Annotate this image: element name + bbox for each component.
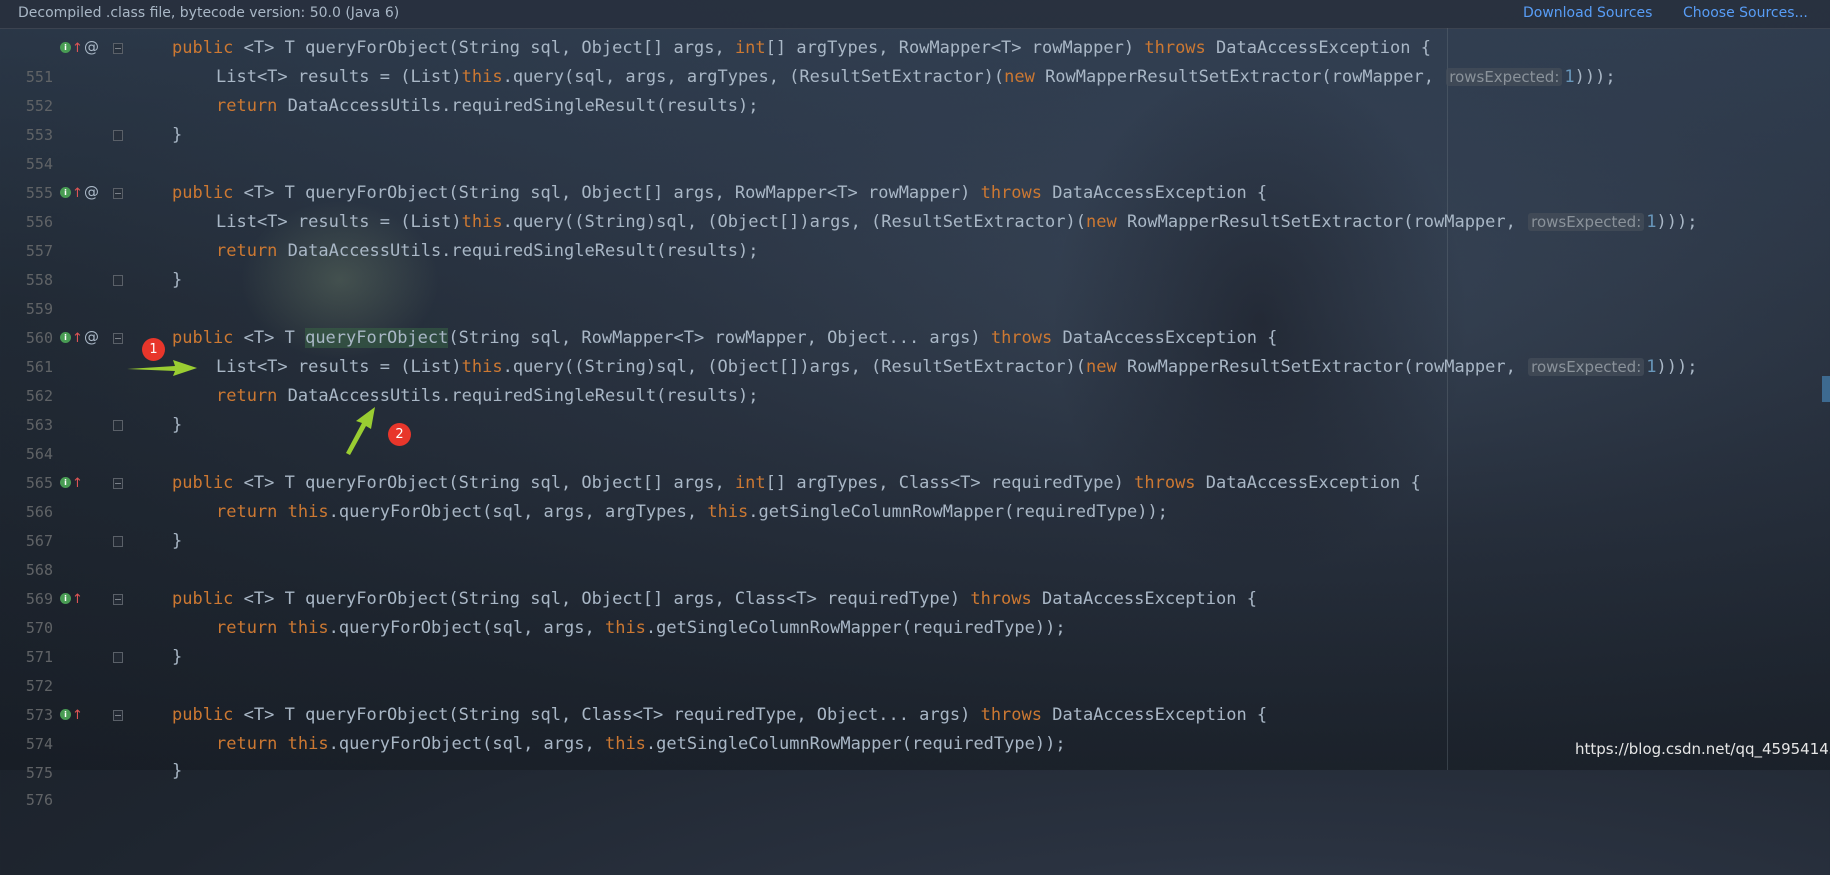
code-line: 571 return this.queryForObject(sql, args… <box>0 614 1830 666</box>
code-text[interactable]: } <box>172 643 182 672</box>
implements-icon[interactable]: i <box>60 42 71 53</box>
code-line: 567 return this.queryForObject(sql, args… <box>0 498 1830 550</box>
fold-icon[interactable] <box>113 594 123 605</box>
code-line: 576 } <box>0 757 1830 809</box>
decompiled-banner: Decompiled .class file, bytecode version… <box>0 0 1830 29</box>
fold-icon[interactable] <box>113 710 123 721</box>
code-line: 558 return DataAccessUtils.requiredSingl… <box>0 237 1830 289</box>
banner-message: Decompiled .class file, bytecode version… <box>18 5 400 21</box>
choose-sources-link[interactable]: Choose Sources... <box>1683 5 1808 21</box>
code-text[interactable]: public <T> T queryForObject(String sql, … <box>172 585 1257 614</box>
code-text[interactable]: List<T> results = (List)this.query(sql, … <box>216 63 1616 92</box>
code-text[interactable]: } <box>172 411 182 440</box>
code-line: 570 i ↑ public <T> T queryForObject(Strin… <box>0 585 1830 637</box>
code-text[interactable]: return this.queryForObject(sql, args, th… <box>216 730 1066 759</box>
fold-end-icon[interactable] <box>113 130 123 141</box>
code-line: 563 return DataAccessUtils.requiredSingl… <box>0 382 1830 434</box>
code-line: 575 return this.queryForObject(sql, args… <box>0 730 1830 782</box>
implements-icon[interactable]: i <box>60 477 71 488</box>
overrides-icon[interactable]: ↑ <box>72 469 83 498</box>
code-text[interactable]: } <box>172 121 182 150</box>
code-text[interactable]: return DataAccessUtils.requiredSingleRes… <box>216 237 758 266</box>
overrides-icon[interactable]: ↑ <box>72 324 83 353</box>
code-text[interactable]: public <T> T queryForObject(String sql, … <box>172 34 1431 63</box>
line-number: 576 <box>25 791 53 809</box>
code-line: 553 return DataAccessUtils.requiredSingl… <box>0 92 1830 144</box>
overrides-icon[interactable]: ↑ <box>72 179 83 208</box>
overrides-icon[interactable]: ↑ <box>72 701 83 730</box>
fold-end-icon[interactable] <box>113 652 123 663</box>
overrides-icon[interactable]: ↑ <box>72 34 83 63</box>
code-line: 552 List<T> results = (List)this.query(s… <box>0 63 1830 115</box>
code-text[interactable]: } <box>172 757 182 786</box>
annotation-marker-2: 2 <box>388 423 411 446</box>
code-line: 556 i ↑ @ public <T> T queryForObject(Stri… <box>0 178 1830 231</box>
code-line: 559 } <box>0 266 1830 318</box>
code-text[interactable]: } <box>172 266 182 295</box>
code-line: 557 List<T> results = (List)this.query((… <box>0 208 1830 260</box>
code-line: 551 i ↑ @ public <T> T queryForObject(Stri… <box>0 33 1830 86</box>
code-line: 561 i ↑ @ public <T> T queryForObject(Stri… <box>0 323 1830 376</box>
code-line: 555 <box>0 150 1830 202</box>
parameter-hint: rowsExpected: <box>1528 358 1645 376</box>
code-line: 564 } <box>0 411 1830 463</box>
watermark: https://blog.csdn.net/qq_45954145 <box>1575 740 1830 758</box>
annotation-icon[interactable]: @ <box>84 33 99 62</box>
code-text[interactable]: return this.queryForObject(sql, args, ar… <box>216 498 1168 527</box>
download-sources-link[interactable]: Download Sources <box>1523 5 1652 21</box>
code-line: 572 } <box>0 643 1830 695</box>
implements-icon[interactable]: i <box>60 187 71 198</box>
fold-end-icon[interactable] <box>113 275 123 286</box>
implements-icon[interactable]: i <box>60 332 71 343</box>
fold-icon[interactable] <box>113 478 123 489</box>
code-line: 554 } <box>0 121 1830 173</box>
code-text[interactable]: return DataAccessUtils.requiredSingleRes… <box>216 92 758 121</box>
code-text[interactable]: public <T> T queryForObject(String sql, … <box>172 324 1277 353</box>
fold-end-icon[interactable] <box>113 536 123 547</box>
code-line: 565 <box>0 440 1830 492</box>
code-line: 560 <box>0 295 1830 347</box>
fold-icon[interactable] <box>113 43 123 54</box>
code-text[interactable]: List<T> results = (List)this.query((Stri… <box>216 208 1697 237</box>
annotation-icon[interactable]: @ <box>84 178 99 207</box>
annotation-arrow-1 <box>127 360 197 376</box>
code-text[interactable]: public <T> T queryForObject(String sql, … <box>172 469 1421 498</box>
code-text[interactable]: List<T> results = (List)this.query((Stri… <box>216 353 1697 382</box>
code-line: 568 } <box>0 527 1830 579</box>
implements-icon[interactable]: i <box>60 593 71 604</box>
code-line: 562 List<T> results = (List)this.query((… <box>0 353 1830 405</box>
code-line: 566 i ↑ public <T> T queryForObject(Strin… <box>0 469 1830 521</box>
code-text[interactable]: public <T> T queryForObject(String sql, … <box>172 701 1267 730</box>
parameter-hint: rowsExpected: <box>1446 68 1563 86</box>
annotation-arrow-2 <box>346 407 375 455</box>
overrides-icon[interactable]: ↑ <box>72 585 83 614</box>
scrollbar-marker[interactable] <box>1822 376 1830 402</box>
implements-icon[interactable]: i <box>60 709 71 720</box>
annotation-icon[interactable]: @ <box>84 323 99 352</box>
code-text[interactable]: public <T> T queryForObject(String sql, … <box>172 179 1267 208</box>
code-text[interactable]: } <box>172 527 182 556</box>
fold-icon[interactable] <box>113 333 123 344</box>
code-line: 574 i ↑ public <T> T queryForObject(Strin… <box>0 701 1830 753</box>
code-line: 573 <box>0 672 1830 724</box>
code-text[interactable]: return this.queryForObject(sql, args, th… <box>216 614 1066 643</box>
code-text[interactable]: return DataAccessUtils.requiredSingleRes… <box>216 382 758 411</box>
parameter-hint: rowsExpected: <box>1528 213 1645 231</box>
highlighted-method-name: queryForObject <box>305 328 449 348</box>
fold-icon[interactable] <box>113 188 123 199</box>
fold-end-icon[interactable] <box>113 420 123 431</box>
code-line: 569 <box>0 556 1830 608</box>
